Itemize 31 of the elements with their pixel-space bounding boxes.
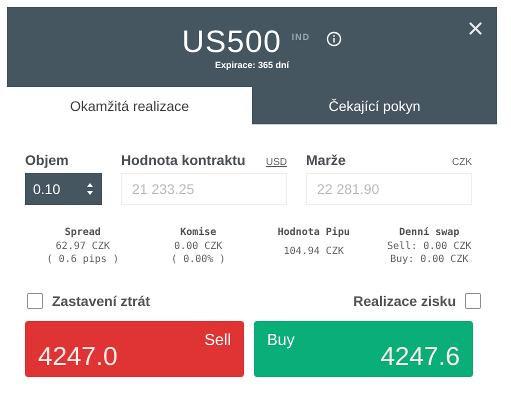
margin-field: 22 281.90 (306, 173, 472, 205)
currency-label: CZK (452, 157, 472, 168)
field-label: Objem (25, 152, 70, 168)
checkbox-label: Realizace zisku (353, 293, 456, 309)
stat-value: 104.94 CZK (284, 246, 344, 257)
stat-label: Komise (180, 227, 216, 238)
checkbox-label: Zastavení ztrát (52, 293, 150, 309)
stat-label: Spread (64, 227, 101, 238)
spinner-icon[interactable] (86, 181, 94, 197)
volume-field[interactable]: 0.10 (25, 173, 102, 205)
stat-value: 62.97 CZK (56, 241, 110, 252)
contract-value-field: 21 233.25 (121, 173, 287, 205)
stat-label: Denní swap (399, 227, 460, 238)
stat-value: ( 0.00% ) (171, 254, 226, 265)
symbol-title: US500 (182, 24, 282, 60)
stat-value: ( 0.6 pips ) (46, 254, 119, 265)
field-label: Hodnota kontraktu (121, 152, 246, 168)
order-type-tab[interactable]: Čekající pokyn (252, 87, 497, 125)
checkbox[interactable] (27, 293, 43, 309)
stat-value: 0.00 CZK (174, 241, 222, 252)
checkbox[interactable] (465, 293, 481, 309)
instrument-type-label: IND (292, 32, 310, 42)
field-label: Marže (306, 152, 346, 168)
stat-value: Buy: 0.00 CZK (390, 254, 468, 265)
stat-value: Sell: 0.00 CZK (387, 241, 472, 252)
stat-label: Hodnota Pipu (278, 227, 350, 238)
sell-button[interactable]: Sell 4247.0 (25, 321, 244, 377)
expiry-text: Expirace: 365 dní (214, 60, 290, 70)
info-icon[interactable] (326, 31, 342, 47)
close-icon[interactable] (468, 21, 483, 36)
currency-link[interactable]: USD (266, 157, 287, 168)
